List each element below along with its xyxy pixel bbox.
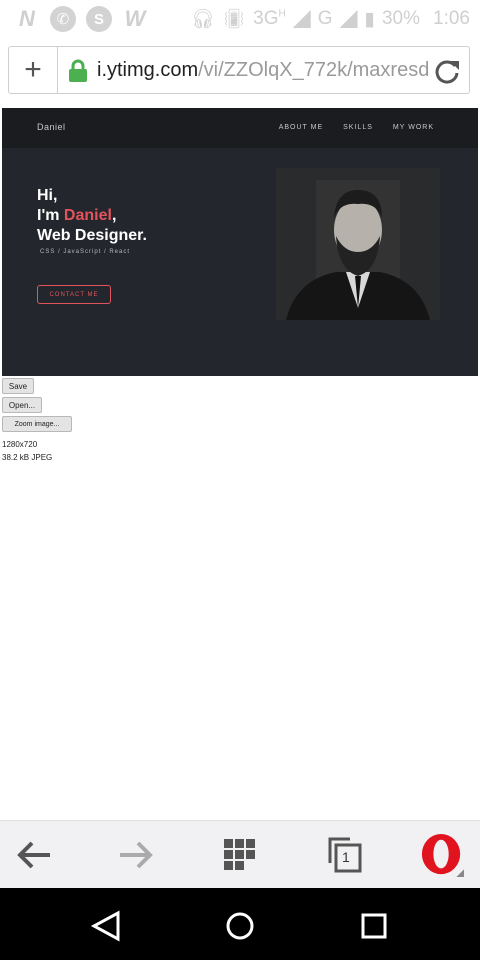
displayed-image: Daniel ABOUT ME SKILLS MY WORK Hi, I'm D… (2, 108, 478, 376)
hero-line-1: Hi, (37, 187, 58, 204)
image-dimensions: 1280x720 (2, 440, 38, 449)
image-size-type: 38.2 kB JPEG (2, 453, 53, 462)
signal-icon (292, 10, 311, 28)
home-circle-icon[interactable] (224, 910, 256, 942)
hero-name: Daniel (63, 207, 112, 224)
opera-menu-button[interactable] (420, 833, 464, 877)
system-indicators: 🎧︎ 📳︎ 3GH G ▮ 30% 1:06 (191, 7, 470, 31)
speed-dial-button[interactable] (218, 835, 262, 875)
hero-brand: Daniel (37, 122, 66, 132)
forward-button[interactable] (114, 835, 158, 875)
clock: 1:06 (433, 8, 470, 29)
reload-icon[interactable] (433, 57, 461, 85)
battery-percent: 30% (381, 8, 421, 29)
whatsapp-icon: ✆ (50, 6, 76, 32)
hero-headline: Hi, I'm Daniel, Web Designer. (37, 186, 147, 246)
hero-line-3: Web Designer. (37, 227, 147, 244)
hero-subtitle: CSS / JavaScript / React (40, 249, 131, 255)
url-text[interactable]: i.ytimg.com/vi/ZZOlqX_772k/maxresd (97, 59, 429, 82)
w-app-icon: W (124, 6, 146, 31)
recents-square-icon[interactable] (358, 910, 390, 942)
hero-contact-button: CONTACT ME (37, 285, 111, 304)
hero-nav-about: ABOUT ME (278, 124, 324, 131)
vibrate-icon: 📳︎ (222, 9, 247, 30)
android-nav-bar (0, 888, 480, 960)
hero-nav-skills: SKILLS (343, 124, 373, 131)
tabs-button[interactable]: 1 (322, 835, 366, 875)
tab-count: 1 (342, 849, 350, 865)
save-button[interactable]: Save (2, 378, 34, 394)
hero-nav-links: ABOUT ME SKILLS MY WORK (279, 124, 434, 131)
n-app-icon: N (19, 6, 35, 31)
hero-nav-work: MY WORK (392, 124, 434, 131)
browser-bottom-bar: 1 (0, 820, 480, 889)
back-arrow-icon (17, 841, 50, 869)
signal-icon-2 (339, 10, 358, 28)
back-button[interactable] (12, 835, 56, 875)
portrait-image (276, 168, 440, 320)
hero-line-2: I'm Daniel, (37, 207, 117, 224)
headset-icon: 🎧︎ (190, 9, 216, 30)
status-bar: N ✆ S W 🎧︎ 📳︎ 3GH G ▮ 30% 1:06 (0, 0, 480, 38)
url-host: i.ytimg.com (97, 59, 199, 81)
back-triangle-icon[interactable] (90, 910, 122, 942)
opera-logo-icon (421, 833, 464, 877)
new-tab-plus-icon[interactable]: + (9, 47, 58, 93)
forward-arrow-icon (120, 841, 153, 869)
hero-navbar: Daniel ABOUT ME SKILLS MY WORK (2, 108, 478, 148)
battery-icon: ▮ (364, 8, 375, 30)
image-info: 1280x720 38.2 kB JPEG (2, 438, 52, 464)
skype-icon: S (86, 6, 112, 32)
image-actions: Save Open... Zoom image... (2, 378, 72, 435)
address-bar[interactable]: + i.ytimg.com/vi/ZZOlqX_772k/maxresd (8, 46, 470, 94)
network-type: 3GH (253, 8, 286, 29)
network-type-2: G (317, 8, 333, 29)
notification-icons: N ✆ S W (14, 6, 148, 32)
zoom-image-button[interactable]: Zoom image... (2, 416, 72, 432)
url-path: /vi/ZZOlqX_772k/maxresd (198, 59, 430, 81)
grid-icon (224, 839, 255, 870)
lock-icon (69, 59, 87, 82)
open-button[interactable]: Open... (2, 397, 42, 413)
